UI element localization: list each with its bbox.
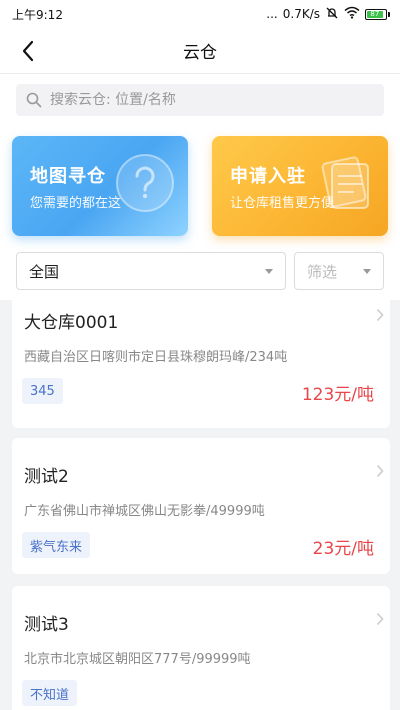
document-stack-icon <box>321 156 369 209</box>
chevron-right-icon <box>376 464 384 478</box>
chevron-right-icon <box>376 308 384 322</box>
warehouse-price: 23元/吨 <box>312 539 374 559</box>
search-bar[interactable] <box>16 84 384 116</box>
status-bar: 上午9:12 ... 0.7K/s 87 <box>0 0 400 28</box>
status-dots: ... <box>266 7 278 21</box>
search-icon <box>26 92 42 108</box>
region-select-value: 全国 <box>29 262 60 281</box>
warehouse-tag: 不知道 <box>22 680 78 706</box>
warehouse-card[interactable]: 大仓库0001 西藏自治区日喀则市定日县珠穆朗玛峰/234吨 345 123元/… <box>12 300 390 428</box>
warehouse-tag: 紫气东来 <box>22 532 91 558</box>
chevron-left-icon <box>22 40 34 62</box>
filter-select-placeholder: 筛选 <box>307 262 338 281</box>
battery-level: 87 <box>367 10 383 18</box>
warehouse-address: 西藏自治区日喀则市定日县珠穆朗玛峰/234吨 <box>24 350 288 365</box>
warehouse-card[interactable]: 测试3 北京市北京城区朝阳区777号/99999吨 不知道 <box>12 586 390 710</box>
warehouse-name: 测试3 <box>24 615 69 635</box>
filter-select[interactable]: 筛选 <box>294 252 384 290</box>
search-input[interactable] <box>50 92 370 108</box>
region-select[interactable]: 全国 <box>16 252 286 290</box>
warehouse-card[interactable]: 测试2 广东省佛山市禅城区佛山无影拳/49999吨 紫气东来 23元/吨 <box>12 438 390 574</box>
warehouse-tag: 345 <box>22 378 63 404</box>
mute-bell-icon <box>325 6 339 23</box>
back-button[interactable] <box>14 36 42 66</box>
warehouse-price: 123元/吨 <box>301 385 374 405</box>
wifi-icon <box>344 6 360 22</box>
chevron-right-icon <box>376 612 384 626</box>
map-search-banner[interactable]: 地图寻仓 您需要的都在这 <box>12 136 188 236</box>
network-speed: 0.7K/s <box>282 7 320 21</box>
nav-bar: 云仓 <box>0 28 400 74</box>
page-title: 云仓 <box>183 43 217 63</box>
battery-icon: 87 <box>365 8 390 20</box>
warehouse-list: 大仓库0001 西藏自治区日喀则市定日县珠穆朗玛峰/234吨 345 123元/… <box>0 300 400 710</box>
question-bubble-icon <box>116 154 174 212</box>
header-panel: 地图寻仓 您需要的都在这 申请入驻 让仓库租售更方便 全国 筛选 <box>0 74 400 300</box>
warehouse-name: 测试2 <box>24 467 69 487</box>
caret-down-icon <box>363 268 371 274</box>
caret-down-icon <box>265 268 273 274</box>
apply-join-banner[interactable]: 申请入驻 让仓库租售更方便 <box>212 136 388 236</box>
status-time: 上午9:12 <box>12 7 63 22</box>
warehouse-address: 广东省佛山市禅城区佛山无影拳/49999吨 <box>24 504 265 519</box>
warehouse-address: 北京市北京城区朝阳区777号/99999吨 <box>24 652 251 667</box>
status-icons: ... 0.7K/s 87 <box>266 6 390 23</box>
warehouse-name: 大仓库0001 <box>24 313 119 333</box>
